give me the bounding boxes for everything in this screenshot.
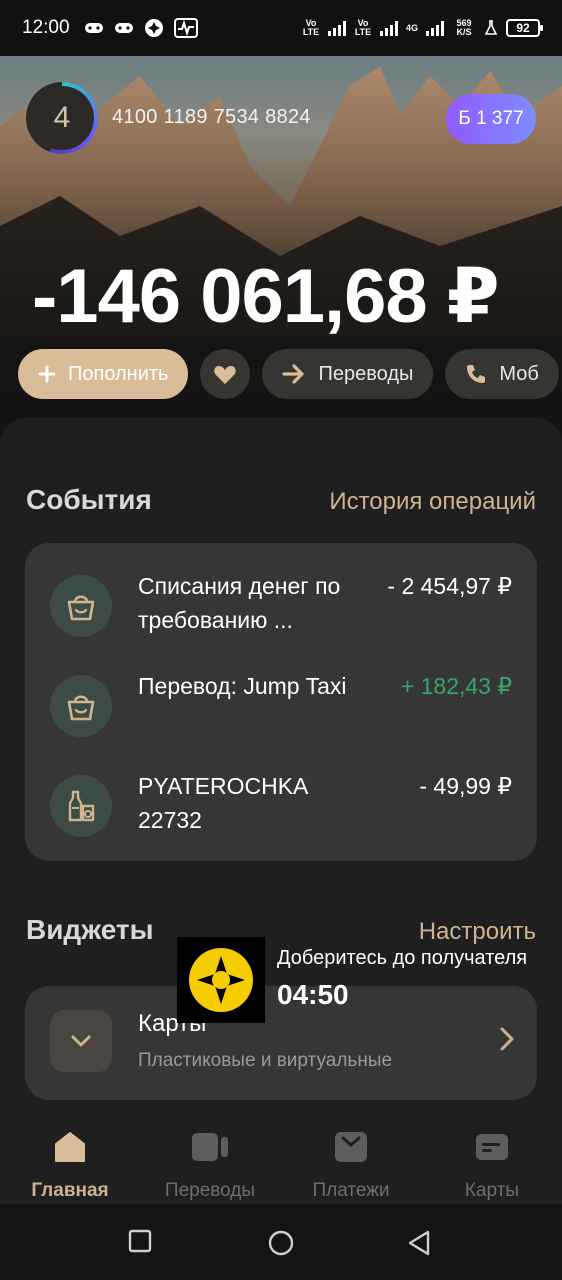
activity-icon <box>173 18 198 38</box>
battery-indicator: 92 <box>506 19 543 37</box>
recent-apps-button[interactable] <box>128 1229 152 1253</box>
signal-icon <box>379 20 398 36</box>
event-amount: - 49,99 ₽ <box>419 773 512 799</box>
event-item[interactable]: PYATEROCHKA 22732 - 49,99 ₽ <box>25 773 537 875</box>
event-title: PYATEROCHKA 22732 <box>138 773 308 833</box>
flask-icon <box>484 20 498 36</box>
user-level-avatar[interactable]: 4 <box>26 82 98 154</box>
nav-home-label: Главная <box>31 1180 109 1201</box>
status-bar: 12:00 Vo LTE Vo LTE 4G 569 K/S 92 <box>0 0 562 56</box>
ride-notification[interactable]: Доберитесь до получателя 04:50 <box>177 937 562 1023</box>
nav-cards[interactable]: Карты <box>422 1128 562 1202</box>
transfers-button[interactable]: Переводы <box>262 349 434 399</box>
signal-icon <box>327 20 346 36</box>
mobile-label: Моб <box>499 362 539 385</box>
network-type-label: 4G <box>405 22 418 33</box>
gamepad-icon <box>84 21 104 35</box>
cards-widget-subtitle: Пластиковые и виртуальные <box>138 1050 393 1071</box>
event-item[interactable]: Перевод: Jump Taxi + 182,43 ₽ <box>25 673 537 775</box>
back-button[interactable] <box>406 1229 432 1257</box>
notification-text: Доберитесь до получателя <box>277 947 528 969</box>
nav-home[interactable]: Главная <box>0 1128 140 1202</box>
chevron-right-icon <box>499 1026 515 1052</box>
home-icon <box>0 1128 140 1166</box>
heart-icon <box>213 363 237 385</box>
app-logo-icon <box>144 18 164 38</box>
signal-icon <box>426 20 444 36</box>
gamepad-icon <box>114 21 134 35</box>
shopping-bag-icon <box>50 575 112 637</box>
transfers-icon <box>140 1128 280 1166</box>
quick-actions: Пополнить Переводы Моб <box>18 349 559 399</box>
event-title: Перевод: Jump Taxi <box>138 673 347 699</box>
top-up-button[interactable]: Пополнить <box>18 349 189 399</box>
events-title: События <box>26 484 152 515</box>
volte-label: Vo LTE <box>354 18 372 37</box>
network-speed: 569 K/S <box>456 18 472 37</box>
chevron-down-icon[interactable] <box>50 1010 112 1072</box>
notification-timer: 04:50 <box>277 979 349 1010</box>
home-button[interactable] <box>267 1229 295 1257</box>
cards-icon <box>422 1128 562 1166</box>
favorites-button[interactable] <box>200 349 251 399</box>
nav-transfers-label: Переводы <box>164 1180 256 1201</box>
top-up-label: Пополнить <box>68 362 169 385</box>
plus-icon <box>38 365 56 383</box>
nav-cards-label: Карты <box>464 1180 520 1201</box>
mobile-payment-button[interactable]: Моб <box>445 349 559 399</box>
account-number[interactable]: 4100 1189 7534 8824 <box>112 106 311 129</box>
account-hero: 4 4100 1189 7534 8824 Б 1 377 -146 061,6… <box>0 56 562 446</box>
nav-transfers[interactable]: Переводы <box>140 1128 280 1202</box>
event-title: Списания денег по требованию ... <box>138 573 341 633</box>
transfers-label: Переводы <box>318 362 414 385</box>
taxi-app-logo-icon <box>177 937 265 1023</box>
system-navigation-bar <box>0 1204 562 1280</box>
phone-icon <box>465 363 487 385</box>
bottom-navigation: Главная Переводы Платежи Карты <box>0 1118 562 1204</box>
event-amount: - 2 454,97 ₽ <box>387 573 512 599</box>
shopping-bag-icon <box>50 675 112 737</box>
widgets-title: Виджеты <box>26 914 154 945</box>
operations-history-link[interactable]: История операций <box>329 488 536 516</box>
event-amount: + 182,43 ₽ <box>400 673 512 699</box>
payments-icon <box>281 1128 421 1166</box>
event-item[interactable]: Списания денег по требованию ... - 2 454… <box>25 573 537 675</box>
bottles-icon <box>50 775 112 837</box>
volte-label: Vo LTE <box>302 18 320 37</box>
status-time: 12:00 <box>22 17 70 38</box>
arrow-right-icon <box>282 363 306 385</box>
account-balance: -146 061,68 ₽ <box>32 254 500 339</box>
nav-payments[interactable]: Платежи <box>281 1128 421 1202</box>
events-card: Списания денег по требованию ... - 2 454… <box>25 543 537 861</box>
bonus-points-button[interactable]: Б 1 377 <box>446 94 536 144</box>
nav-payments-label: Платежи <box>312 1180 390 1201</box>
level-number: 4 <box>30 86 94 150</box>
